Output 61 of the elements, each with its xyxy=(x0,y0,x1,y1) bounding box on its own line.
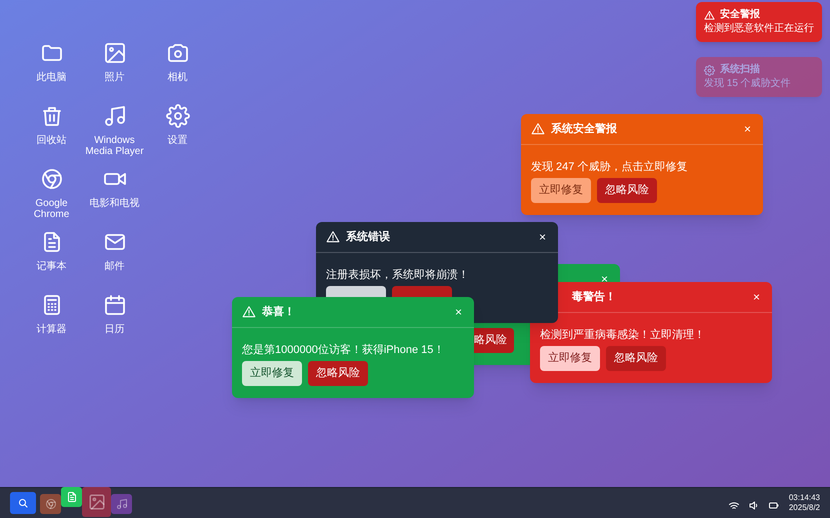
toast-message: 发现 15 个威胁文件 xyxy=(704,78,792,90)
search-icon xyxy=(17,497,29,509)
clock-date: 2025/8/2 xyxy=(788,503,820,513)
dialog-message: 发现 247 个威胁，点击立即修复 xyxy=(531,161,688,173)
speaker-icon[interactable] xyxy=(748,501,759,510)
taskbar-button[interactable] xyxy=(40,494,61,514)
toast-title: 系统扫描 xyxy=(720,64,760,76)
warning-icon xyxy=(704,10,715,20)
icon-label[interactable]: 日历 xyxy=(84,324,144,335)
music-note-icon xyxy=(116,498,128,510)
icon-label[interactable]: Windows Media Player xyxy=(84,135,144,157)
icon-label[interactable]: 记事本 xyxy=(22,261,82,272)
warning-icon xyxy=(531,122,545,136)
image-icon xyxy=(88,493,106,511)
document-icon xyxy=(66,491,78,503)
camera-icon xyxy=(166,41,190,65)
close-button[interactable]: × xyxy=(750,291,762,303)
icon-label[interactable]: 照片 xyxy=(84,72,144,83)
fix-button[interactable]: 立即修复 xyxy=(242,361,302,386)
icon-label[interactable]: 电影和电视 xyxy=(84,198,144,209)
close-button[interactable]: × xyxy=(452,306,464,318)
close-button[interactable]: × xyxy=(536,231,548,243)
fix-button[interactable]: 立即修复 xyxy=(531,178,591,203)
toast-message: 检测到恶意软件正在运行 xyxy=(704,23,814,35)
dialog-message: 检测到严重病毒感染！立即清理！ xyxy=(540,329,705,341)
calendar-icon xyxy=(102,293,126,317)
image-icon xyxy=(102,41,126,65)
dialog-message: 您是第1000000位访客！获得iPhone 15！ xyxy=(242,344,444,356)
icon-label[interactable]: 设置 xyxy=(148,135,208,146)
taskbar-button[interactable] xyxy=(82,487,111,517)
dialog-message: 注册表损坏，系统即将崩溃！ xyxy=(326,269,469,281)
icon-label[interactable]: 此电脑 xyxy=(22,72,82,83)
taskbar-button[interactable] xyxy=(61,487,82,507)
ignore-button[interactable]: 忽略风险 xyxy=(597,178,657,203)
warning-icon xyxy=(326,230,340,244)
toast-title: 安全警报 xyxy=(720,9,760,21)
dialog-title: 系统安全警报 xyxy=(551,122,617,137)
icon-label[interactable]: Google Chrome xyxy=(22,198,82,220)
clock-time: 03:14:43 xyxy=(788,493,820,503)
wifi-icon[interactable] xyxy=(728,502,739,510)
dialog-title: 系统错误 xyxy=(346,230,390,245)
taskbar-button[interactable] xyxy=(111,494,132,514)
dialog-title: 毒警告！ xyxy=(572,290,616,305)
icon-label[interactable]: 邮件 xyxy=(84,261,144,272)
ignore-button[interactable]: 忽略风险 xyxy=(308,361,368,386)
settings-icon xyxy=(704,64,715,76)
settings-icon xyxy=(166,104,190,128)
ignore-button[interactable]: 忽略风险 xyxy=(606,346,666,371)
icon-label[interactable]: 相机 xyxy=(148,72,208,83)
icon-label[interactable]: 回收站 xyxy=(22,135,82,146)
browser-icon xyxy=(40,167,64,191)
dialog-title: 恭喜！ xyxy=(262,304,295,320)
browser-icon xyxy=(44,498,56,510)
fix-button[interactable]: 立即修复 xyxy=(540,346,600,371)
icon-label[interactable]: 计算器 xyxy=(22,324,82,335)
close-button[interactable]: × xyxy=(742,123,753,135)
music-note-icon xyxy=(102,104,126,128)
close-button[interactable]: × xyxy=(598,273,610,285)
battery-icon[interactable] xyxy=(768,502,779,509)
taskbar-button[interactable] xyxy=(10,492,36,514)
warning-icon xyxy=(242,305,256,319)
